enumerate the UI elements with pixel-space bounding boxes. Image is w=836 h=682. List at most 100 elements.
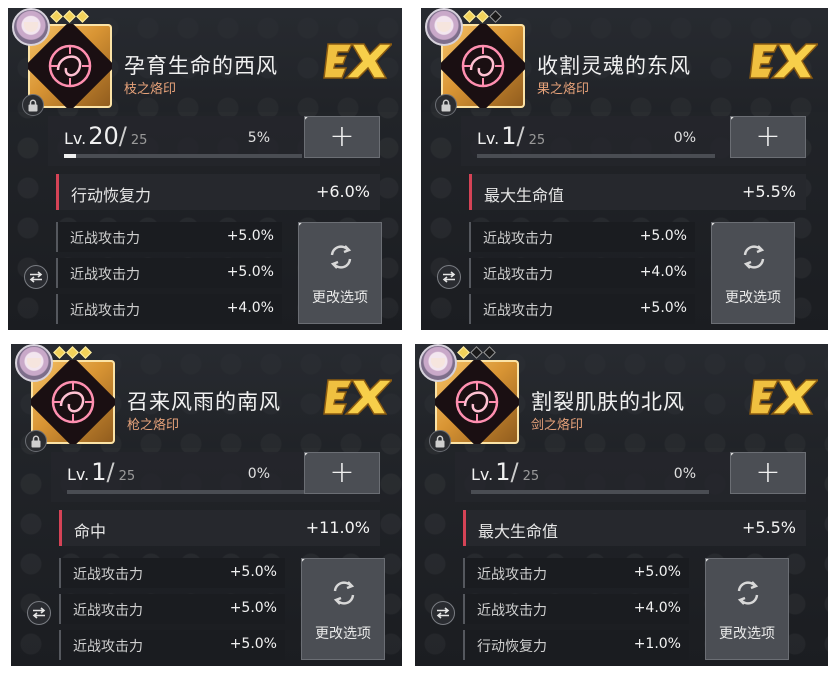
change-options-label: 更改选项: [725, 290, 781, 306]
sub-stat-value: +4.0%: [639, 264, 687, 280]
sub-stat-list: 近战攻击力 +5.0% 近战攻击力 +4.0% 行动恢复力 +1.0%: [463, 558, 689, 666]
swap-icon[interactable]: [431, 601, 455, 625]
star-filled-icon: [66, 346, 79, 359]
star-empty-icon: [470, 346, 483, 359]
sub-stat-value: +5.0%: [229, 564, 277, 580]
sub-stat-row[interactable]: 近战攻击力 +5.0%: [463, 558, 689, 588]
star-empty-icon: [489, 10, 502, 23]
level-slash: /: [118, 122, 127, 150]
refresh-icon: [330, 245, 352, 269]
sub-stat-value: +5.0%: [639, 300, 687, 316]
main-stat-label: 命中: [74, 522, 107, 541]
level-prefix: Lv.: [471, 465, 494, 484]
exp-progress-bar: [477, 154, 715, 158]
lock-icon[interactable]: [25, 430, 47, 452]
star-rating: [463, 10, 502, 26]
ex-badge-icon: [749, 379, 818, 415]
sub-stat-row[interactable]: 近战攻击力 +5.0%: [469, 294, 695, 324]
sub-stat-value: +5.0%: [633, 564, 681, 580]
sub-stat-label: 近战攻击力: [483, 231, 553, 247]
exp-progress-fill: [64, 154, 76, 158]
main-stat-row: 最大生命值 +5.5%: [463, 510, 806, 546]
exp-progress-bar: [67, 490, 305, 494]
imprint-card: 召来风雨的南风 枪之烙印 Lv.1/25 0% + 命中 +11.0% 近战攻击…: [11, 344, 402, 666]
sub-stat-label: 近战攻击力: [70, 267, 140, 283]
swap-icon[interactable]: [24, 265, 48, 289]
sub-stat-list: 近战攻击力 +5.0% 近战攻击力 +5.0% 近战攻击力 +4.0%: [56, 222, 282, 330]
level-value: 1: [495, 458, 511, 486]
star-filled-icon: [463, 10, 476, 23]
star-filled-icon: [63, 10, 76, 23]
level-display: Lv.20/25: [64, 122, 147, 150]
sub-stat-label: 近战攻击力: [483, 303, 553, 319]
sub-stat-row[interactable]: 近战攻击力 +5.0%: [59, 558, 285, 588]
level-value: 1: [501, 122, 517, 150]
imprint-type: 剑之烙印: [531, 418, 584, 433]
level-value: 20: [88, 122, 119, 150]
sub-stat-row[interactable]: 近战攻击力 +5.0%: [469, 222, 695, 252]
exp-percent: 0%: [673, 466, 696, 482]
swap-icon[interactable]: [27, 601, 51, 625]
sub-stat-row[interactable]: 近战攻击力 +4.0%: [463, 594, 689, 624]
sub-stat-value: +1.0%: [633, 636, 681, 652]
sub-stat-row[interactable]: 近战攻击力 +5.0%: [59, 594, 285, 624]
change-options-label: 更改选项: [315, 626, 371, 642]
star-filled-icon: [457, 346, 470, 359]
plus-icon: +: [329, 455, 355, 490]
character-avatar: [419, 344, 457, 382]
sub-stat-label: 近战攻击力: [73, 567, 143, 583]
sub-stat-value: +5.0%: [226, 264, 274, 280]
sub-stat-row[interactable]: 近战攻击力 +5.0%: [56, 222, 282, 252]
change-options-button[interactable]: 更改选项: [711, 222, 795, 324]
main-stat-value: +5.5%: [741, 182, 796, 201]
sub-stat-row[interactable]: 近战攻击力 +4.0%: [56, 294, 282, 324]
imprint-name: 孕育生命的西风: [124, 54, 278, 78]
character-avatar: [425, 8, 463, 46]
level-display: Lv.1/25: [67, 458, 135, 486]
lock-icon[interactable]: [429, 430, 451, 452]
star-rating: [50, 10, 89, 26]
swap-icon[interactable]: [437, 265, 461, 289]
main-stat-label: 行动恢复力: [71, 186, 152, 205]
star-filled-icon: [79, 346, 92, 359]
sub-stat-row[interactable]: 近战攻击力 +5.0%: [59, 630, 285, 660]
change-options-button[interactable]: 更改选项: [301, 558, 385, 660]
lock-icon[interactable]: [435, 94, 457, 116]
level-up-button[interactable]: +: [730, 452, 806, 494]
lock-icon[interactable]: [22, 94, 44, 116]
ex-badge-icon: [749, 43, 818, 79]
sub-stat-value: +5.0%: [226, 228, 274, 244]
level-slash: /: [106, 458, 115, 486]
imprint-card: 收割灵魂的东风 果之烙印 Lv.1/25 0% + 最大生命值 +5.5% 近战…: [421, 8, 828, 330]
character-avatar: [12, 8, 50, 46]
level-max: 25: [528, 133, 546, 148]
plus-icon: +: [755, 455, 781, 490]
change-options-label: 更改选项: [719, 626, 775, 642]
sub-stat-row[interactable]: 近战攻击力 +5.0%: [56, 258, 282, 288]
level-prefix: Lv.: [477, 129, 500, 148]
sub-stat-row[interactable]: 近战攻击力 +4.0%: [469, 258, 695, 288]
level-slash: /: [516, 122, 525, 150]
sub-stat-row[interactable]: 行动恢复力 +1.0%: [463, 630, 689, 660]
sub-stat-label: 近战攻击力: [477, 603, 547, 619]
main-stat-value: +6.0%: [315, 182, 370, 201]
level-row: Lv.20/25 5% +: [48, 116, 380, 166]
sub-stat-value: +4.0%: [226, 300, 274, 316]
level-prefix: Lv.: [64, 129, 87, 148]
character-avatar: [15, 344, 53, 382]
exp-progress-bar: [64, 154, 302, 158]
level-up-button[interactable]: +: [304, 452, 380, 494]
sub-stat-list: 近战攻击力 +5.0% 近战攻击力 +4.0% 近战攻击力 +5.0%: [469, 222, 695, 330]
level-up-button[interactable]: +: [730, 116, 806, 158]
sub-stat-label: 近战攻击力: [70, 303, 140, 319]
level-row: Lv.1/25 0% +: [455, 452, 806, 502]
main-stat-value: +5.5%: [741, 518, 796, 537]
sub-stat-label: 行动恢复力: [477, 639, 547, 655]
sub-stat-label: 近战攻击力: [483, 267, 553, 283]
change-options-button[interactable]: 更改选项: [298, 222, 382, 324]
imprint-name: 收割灵魂的东风: [537, 54, 691, 78]
star-filled-icon: [476, 10, 489, 23]
star-filled-icon: [53, 346, 66, 359]
change-options-button[interactable]: 更改选项: [705, 558, 789, 660]
level-up-button[interactable]: +: [304, 116, 380, 158]
